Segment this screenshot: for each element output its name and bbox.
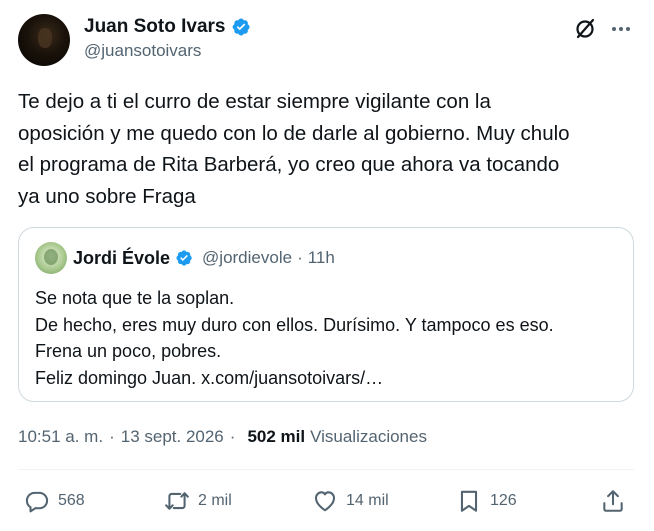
quoted-text-line: Se nota que te la soplan. [35, 288, 235, 308]
author-name-row: Juan Soto Ivars [84, 14, 251, 40]
verified-badge-icon [232, 18, 250, 36]
views-count: 502 mil [247, 427, 306, 446]
heart-icon [314, 491, 336, 512]
quoted-text-line: Frena un poco, pobres. [35, 341, 222, 361]
quoted-author-avatar [35, 242, 67, 274]
repost-icon [165, 492, 189, 510]
quoted-text-line: Feliz domingo Juan. x.com/juansotoivars/… [35, 367, 384, 388]
divider [18, 469, 634, 470]
author-avatar[interactable] [18, 14, 70, 66]
meta-separator: · [109, 427, 115, 446]
bookmark-button[interactable]: 126 [456, 486, 517, 516]
quoted-tweet-text: Se nota que te la soplan. De hecho, eres… [35, 285, 625, 391]
quoted-text-line: De hecho, eres muy duro con ellos. Durís… [35, 314, 554, 335]
tweet-date[interactable]: 13 sept. 2026 [121, 427, 224, 447]
views-label: Visualizaciones [310, 427, 427, 446]
like-count: 14 mil [346, 492, 389, 509]
like-button[interactable]: 14 mil [312, 486, 389, 516]
reply-button[interactable]: 568 [24, 486, 85, 516]
tweet-text-line: el programa de Rita Barberá, yo creo que… [18, 153, 560, 176]
tweet-text-line: oposición y me quedo con lo de darle al … [18, 121, 570, 145]
quoted-tweet-time: 11h [307, 248, 335, 267]
tweet-text: Te dejo a ti el curro de estar siempre v… [18, 86, 638, 212]
quoted-tweet[interactable]: Jordi Évole @jordievole · 11h Se nota qu… [18, 227, 634, 402]
tweet-time[interactable]: 10:51 a. m. [18, 427, 103, 447]
quoted-author-handle: @jordievole [202, 248, 293, 267]
tweet-card: Juan Soto Ivars @juansotoivars Te dejo a… [0, 0, 654, 531]
quoted-header-separator: · [297, 248, 303, 267]
tweet-meta: 10:51 a. m. · 13 sept. 2026 · 502 mil Vi… [18, 426, 427, 448]
tweet-text-line: ya uno sobre Fraga [18, 184, 196, 208]
grok-button[interactable] [572, 16, 598, 42]
verified-badge-icon [176, 250, 192, 266]
repost-button[interactable]: 2 mil [164, 486, 232, 516]
more-icon [612, 27, 630, 31]
bookmark-count: 126 [490, 492, 517, 509]
author-handle[interactable]: @juansotoivars [84, 41, 201, 61]
reply-icon [25, 491, 49, 513]
tweet-text-line: Te dejo a ti el curro de estar siempre v… [18, 90, 491, 113]
bookmark-icon [460, 490, 478, 512]
quoted-tweet-header: Jordi Évole @jordievole · 11h [73, 245, 335, 271]
author-display-name[interactable]: Juan Soto Ivars [84, 16, 226, 38]
share-button[interactable] [600, 486, 626, 516]
more-options-button[interactable] [608, 16, 634, 42]
meta-separator: · [229, 427, 236, 446]
share-icon [603, 490, 623, 512]
reply-count: 568 [58, 492, 85, 509]
repost-count: 2 mil [198, 492, 232, 509]
grok-icon [576, 18, 595, 39]
quoted-author-display-name: Jordi Évole [73, 247, 171, 268]
